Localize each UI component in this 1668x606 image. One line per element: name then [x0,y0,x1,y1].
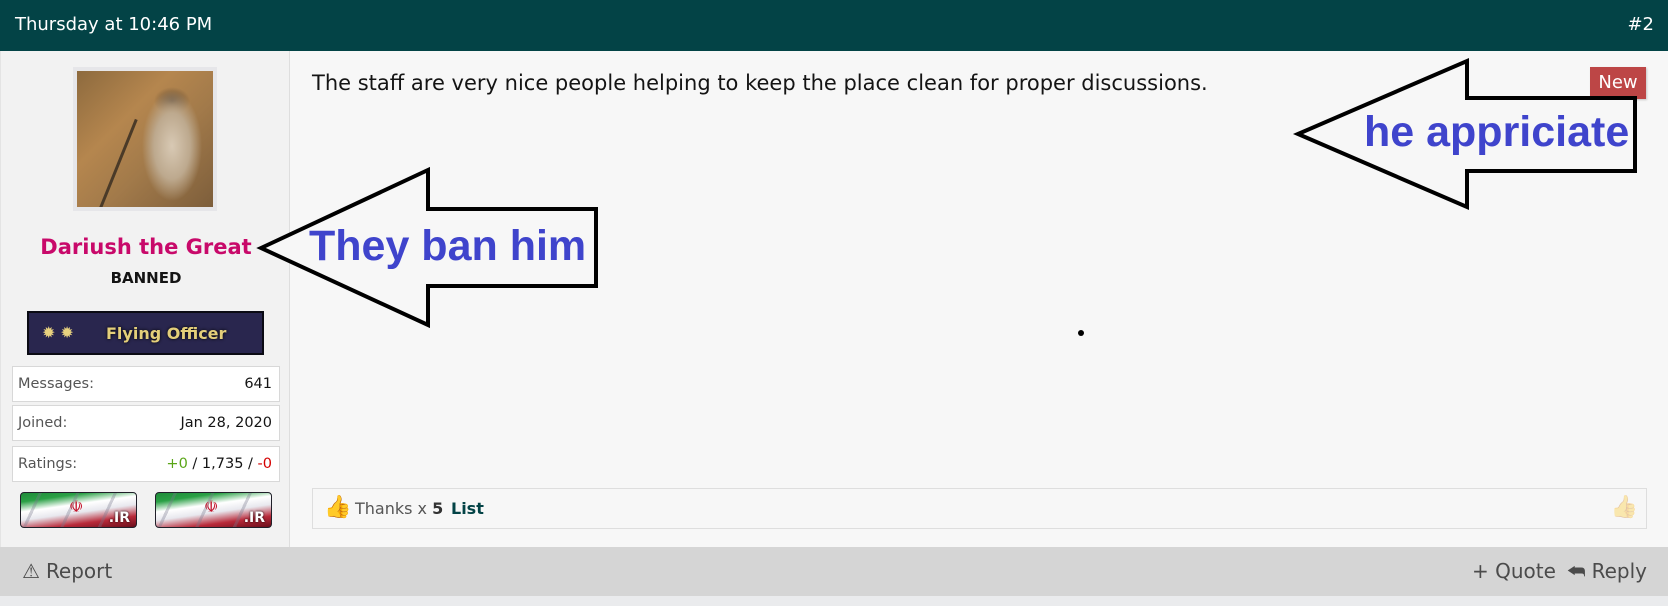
post-timestamp[interactable]: Thursday at 10:46 PM [15,14,212,35]
stat-joined: Joined: Jan 28, 2020 [12,405,280,441]
user-title: BANNED [110,269,182,287]
reply-button[interactable]: ⮪ Reply [1567,559,1647,583]
stat-ratings: Ratings: +0 / 1,735 / -0 [12,446,280,482]
thumbs-up-icon: 👍 [324,495,352,520]
post-number-link[interactable]: #2 [1627,14,1654,35]
flag-tld-label: .IR [108,510,130,526]
post-body: The staff are very nice people helping t… [312,71,1208,95]
rating-separator: / [187,456,202,472]
reply-label: Reply [1591,559,1647,583]
avatar[interactable] [73,67,217,211]
reactions-label: Thanks x [355,499,433,518]
stat-label: Joined: [18,415,68,431]
like-button-icon[interactable]: 👍 [1611,495,1638,520]
report-button[interactable]: ⚠ Report [22,559,112,583]
two-stars-icon: ✹✹ [42,323,79,342]
warning-icon: ⚠ [22,559,40,583]
username-link[interactable]: Dariush the Great [1,235,291,259]
reply-arrow-icon: ⮪ [1567,559,1586,583]
flag-tld-label: .IR [243,510,265,526]
reactions-count: 5 [432,499,444,518]
rank-label: Flying Officer [106,324,227,343]
left-arrow-label: They ban him [309,222,587,270]
rating-separator: / [243,456,258,472]
user-sidebar: Dariush the Great BANNED ✹✹ Flying Offic… [0,51,290,547]
rating-positive: +0 [166,456,188,472]
iran-emblem-icon: ☫ [204,497,219,516]
stat-value: Jan 28, 2020 [180,415,272,431]
rating-negative: -0 [257,456,272,472]
new-badge: New [1590,67,1646,99]
reactions-bar: 👍 Thanks x 5 List 👍 [312,488,1647,529]
stat-value: +0 / 1,735 / -0 [166,456,272,472]
rating-neutral: 1,735 [201,456,244,472]
stat-value: 641 [244,376,272,392]
post-header: Thursday at 10:46 PM #2 [0,0,1668,51]
stat-messages: Messages: 641 [12,366,280,402]
stat-label: Ratings: [18,456,78,472]
iran-flag-badge: ☫ .IR [155,492,272,528]
rank-banner: ✹✹ Flying Officer [27,311,264,355]
iran-emblem-icon: ☫ [69,497,84,516]
reactions-list-link[interactable]: List [451,499,484,518]
report-label: Report [45,559,113,583]
stat-label: Messages: [18,376,94,392]
right-arrow-label: he appriciate [1364,108,1630,156]
post-actions-bar: ⚠ Report + Quote ⮪ Reply [0,547,1668,596]
quote-button[interactable]: + Quote [1472,559,1556,583]
reactions-summary[interactable]: Thanks x 5 [355,499,443,518]
iran-flag-badge: ☫ .IR [20,492,137,528]
avatar-image [77,71,213,207]
